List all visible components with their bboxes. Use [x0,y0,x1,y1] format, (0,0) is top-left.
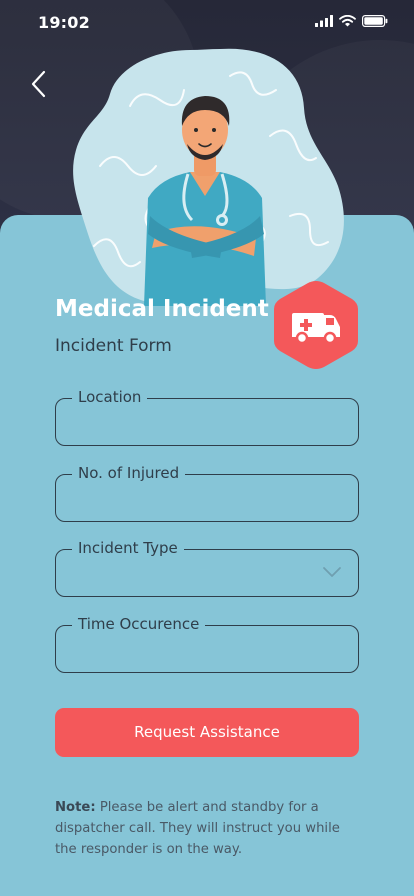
page-title: Medical Incident [55,296,269,322]
incident-type-label: Incident Type [72,538,184,558]
wifi-icon [339,15,356,27]
chevron-left-icon [31,70,46,98]
status-bar: 19:02 [0,0,414,46]
request-assistance-button[interactable]: Request Assistance [55,708,359,757]
injured-count-label: No. of Injured [72,463,186,483]
note-text: Note: Please be alert and standby for a … [55,797,355,860]
back-button[interactable] [24,66,56,102]
doctor-illustration [144,96,266,306]
injured-count-field[interactable]: No. of Injured [55,463,359,522]
chevron-down-icon [323,567,341,577]
ambulance-badge [274,281,358,369]
location-label: Location [72,387,148,407]
time-occurrence-field[interactable]: Time Occurence [55,614,359,673]
signal-icon [315,15,333,27]
note-body: Please be alert and standby for a dispat… [55,800,340,857]
location-field[interactable]: Location [55,387,359,446]
note-prefix: Note: [55,800,96,815]
battery-icon [362,15,388,27]
page-subtitle: Incident Form [55,336,172,356]
time-occurrence-label: Time Occurence [72,614,206,634]
status-time: 19:02 [38,13,90,32]
incident-type-select[interactable]: Incident Type [55,538,359,597]
